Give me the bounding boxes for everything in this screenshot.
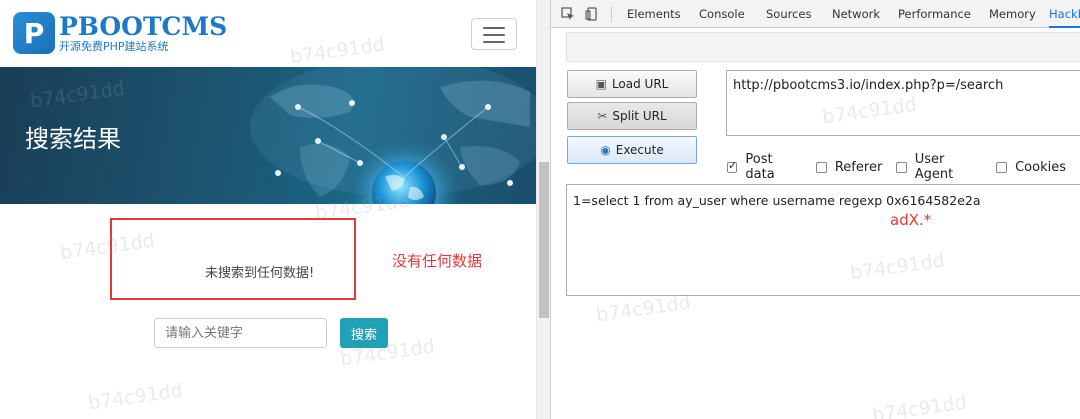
search-button[interactable]: 搜索 — [340, 318, 388, 348]
option-referer[interactable]: Referer — [815, 160, 882, 175]
user-agent-checkbox[interactable] — [896, 161, 907, 173]
search-input[interactable] — [154, 318, 327, 348]
hackbar-toolbar — [566, 32, 1080, 62]
hackbar-options: Post data Referer User Agent Cookies — [727, 152, 1080, 182]
regex-annotation: adX.* — [890, 211, 932, 229]
devtools-panel: Elements Console Sources Network Perform… — [550, 0, 1080, 419]
website-viewport: P PBOOTCMS 开源免费PHP建站系统 搜索结果 未搜索到任何数据! 没有… — [0, 0, 536, 419]
tab-console[interactable]: Console — [699, 0, 745, 28]
post-data-textarea[interactable]: 1=select 1 from ay_user where username r… — [566, 184, 1080, 296]
no-data-annotation: 没有任何数据 — [392, 252, 483, 270]
banner-title: 搜索结果 — [25, 125, 121, 153]
search-results-highlight — [110, 218, 356, 300]
device-toolbar-icon[interactable] — [583, 5, 601, 23]
scrollbar-thumb[interactable] — [539, 162, 549, 318]
post-data-checkbox[interactable] — [727, 159, 738, 173]
referer-checkbox[interactable] — [815, 161, 827, 173]
split-url-button[interactable]: ✂ Split URL — [567, 102, 697, 130]
url-textarea[interactable]: http://pbootcms3.io/index.php?p=/search — [726, 70, 1080, 136]
devtools-tab-bar: Elements Console Sources Network Perform… — [551, 0, 1080, 28]
no-result-message: 未搜索到任何数据! — [205, 266, 315, 281]
option-user-agent[interactable]: User Agent — [896, 152, 982, 182]
tab-network[interactable]: Network — [832, 0, 880, 28]
tab-memory[interactable]: Memory — [989, 0, 1036, 28]
tab-hackbar[interactable]: HackB — [1049, 0, 1080, 28]
option-cookies[interactable]: Cookies — [996, 160, 1066, 175]
load-url-button[interactable]: ▣ Load URL — [567, 70, 697, 98]
execute-button[interactable]: ◉ Execute — [567, 136, 697, 164]
page-banner: 搜索结果 — [0, 67, 536, 204]
site-logo[interactable]: P PBOOTCMS 开源免费PHP建站系统 — [13, 12, 227, 54]
load-url-icon: ▣ — [595, 77, 607, 91]
option-post-data[interactable]: Post data — [727, 152, 802, 182]
logo-subtitle: 开源免费PHP建站系统 — [59, 39, 169, 53]
tab-performance[interactable]: Performance — [898, 0, 971, 28]
play-icon: ◉ — [600, 143, 611, 157]
hamburger-icon — [483, 27, 505, 29]
logo-mark-icon: P — [13, 12, 55, 54]
tab-sources[interactable]: Sources — [766, 0, 812, 28]
page-scrollbar[interactable] — [536, 0, 550, 419]
logo-title: PBOOTCMS — [59, 11, 228, 41]
hamburger-menu-button[interactable] — [471, 18, 517, 50]
scissors-icon: ✂ — [597, 109, 608, 123]
inspect-element-icon[interactable] — [559, 5, 577, 23]
site-navbar: P PBOOTCMS 开源免费PHP建站系统 — [0, 0, 536, 67]
tab-elements[interactable]: Elements — [627, 0, 681, 28]
cookies-checkbox[interactable] — [996, 161, 1008, 173]
